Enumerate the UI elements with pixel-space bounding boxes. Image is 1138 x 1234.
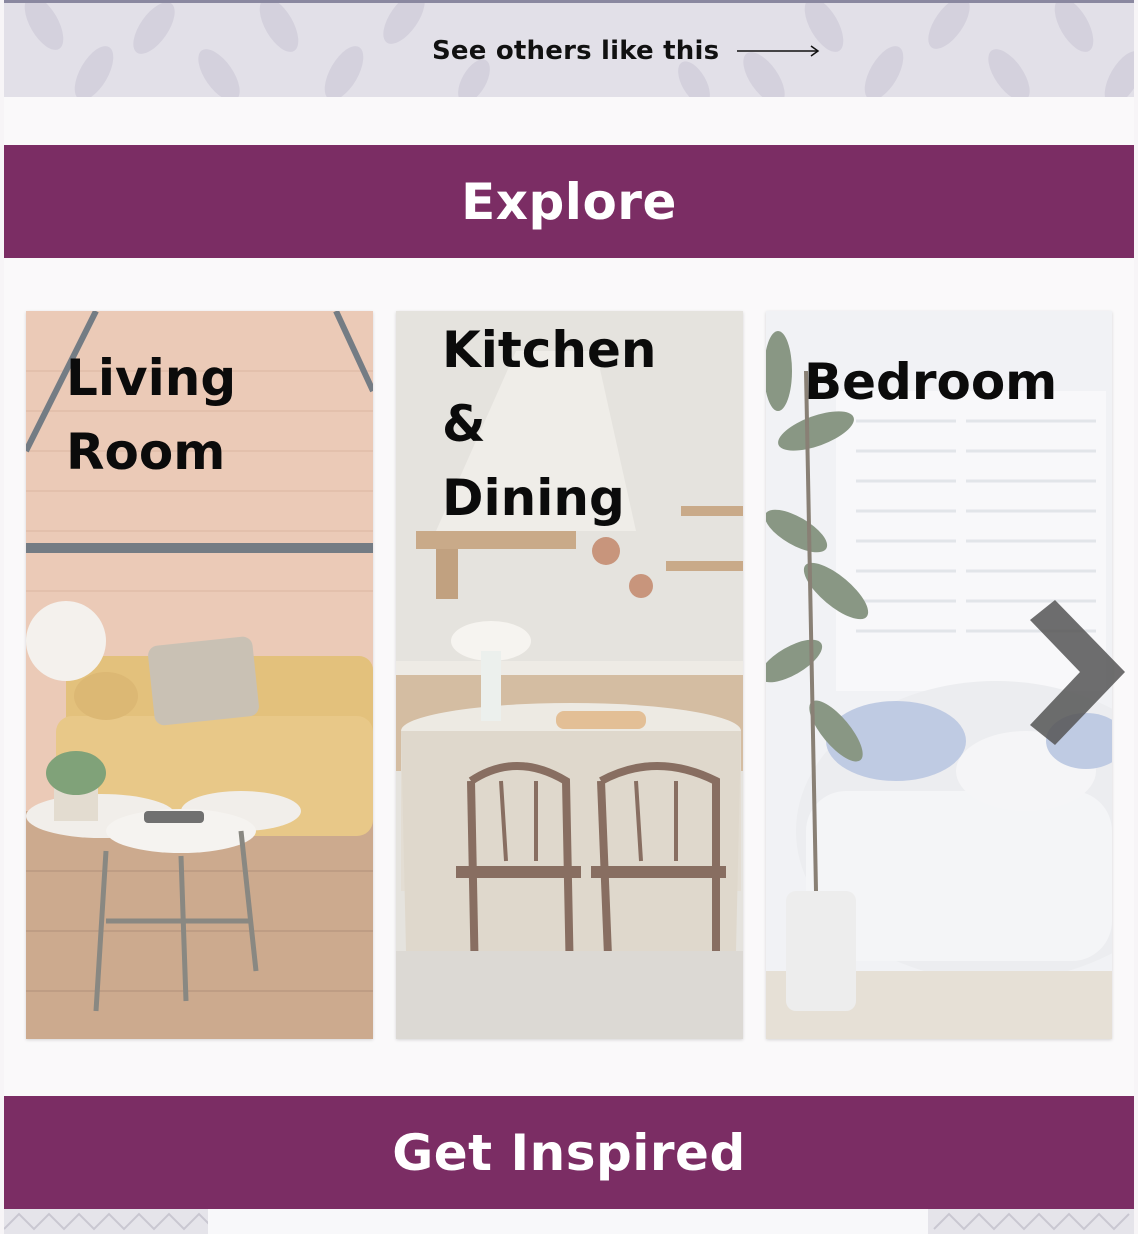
see-others-link[interactable]: See others like this xyxy=(432,33,821,69)
see-others-label: See others like this xyxy=(432,36,720,66)
room-card-living-room[interactable]: Living Room xyxy=(26,311,373,1039)
room-title: Bedroom xyxy=(804,353,1058,411)
room-card-kitchen-dining[interactable]: Kitchen & Dining xyxy=(396,311,743,1039)
explore-heading: Explore xyxy=(461,172,677,231)
explore-banner: Explore xyxy=(4,145,1134,258)
bottom-pattern-strip xyxy=(4,1209,1134,1234)
page-frame: See others like this Explore Living Room… xyxy=(4,0,1134,1234)
get-inspired-banner: Get Inspired xyxy=(4,1096,1134,1209)
long-right-arrow-icon xyxy=(737,45,820,57)
get-inspired-heading: Get Inspired xyxy=(392,1123,746,1182)
room-title: Living Room xyxy=(66,349,237,481)
chevron-right-icon[interactable] xyxy=(1020,600,1130,750)
see-others-strip: See others like this xyxy=(4,0,1134,97)
room-title: Kitchen & Dining xyxy=(442,321,657,527)
